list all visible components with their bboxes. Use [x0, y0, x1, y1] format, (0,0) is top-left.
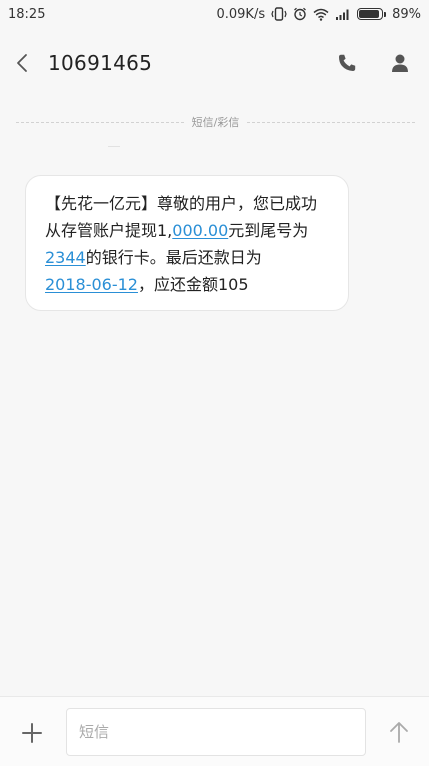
status-indicators: 0.09K/s 89% [216, 7, 421, 22]
vibrate-icon [271, 7, 287, 21]
battery-percent: 89% [392, 6, 421, 22]
message-input[interactable] [66, 708, 366, 756]
send-arrow-icon[interactable] [386, 719, 412, 745]
phone-icon[interactable] [337, 53, 357, 73]
header-actions [337, 53, 409, 73]
conversation-header: 10691465 [0, 28, 429, 98]
message-type-label: 短信/彩信 [191, 116, 240, 129]
sender-number: 10691465 [48, 51, 153, 75]
composer-bar [0, 696, 429, 766]
net-speed: 0.09K/s [216, 6, 266, 22]
plus-icon[interactable] [20, 721, 44, 745]
message-text-part: 元到尾号为 [228, 221, 309, 240]
status-bar: 18:25 0.09K/s 89% [0, 0, 429, 28]
sms-conversation-screen: 18:25 0.09K/s 89% 10691465 短信/彩信 【先花一亿元】… [0, 0, 429, 766]
battery-fill [359, 10, 379, 18]
card-tail-link[interactable]: 2344 [45, 248, 86, 267]
divider-mark [108, 146, 120, 147]
amount-link[interactable]: 000.00 [172, 221, 228, 240]
wifi-icon [313, 8, 329, 21]
alarm-icon [293, 7, 307, 21]
message-text: 【先花一亿元】尊敬的用户，您已成功从存管账户提现1,000.00元到尾号为234… [45, 190, 330, 298]
message-bubble[interactable]: 【先花一亿元】尊敬的用户，您已成功从存管账户提现1,000.00元到尾号为234… [25, 175, 349, 311]
battery-icon [357, 8, 387, 20]
message-type-divider: 短信/彩信 [16, 113, 415, 131]
message-text-part: ，应还金额105 [137, 275, 249, 294]
due-date-link[interactable]: 2018-06-12 [45, 275, 138, 294]
back-arrow-icon[interactable] [16, 52, 36, 74]
contact-icon[interactable] [391, 53, 409, 73]
message-text-part: 的银行卡。最后还款日为 [85, 248, 262, 267]
status-time: 18:25 [8, 6, 46, 22]
signal-icon [335, 8, 351, 20]
